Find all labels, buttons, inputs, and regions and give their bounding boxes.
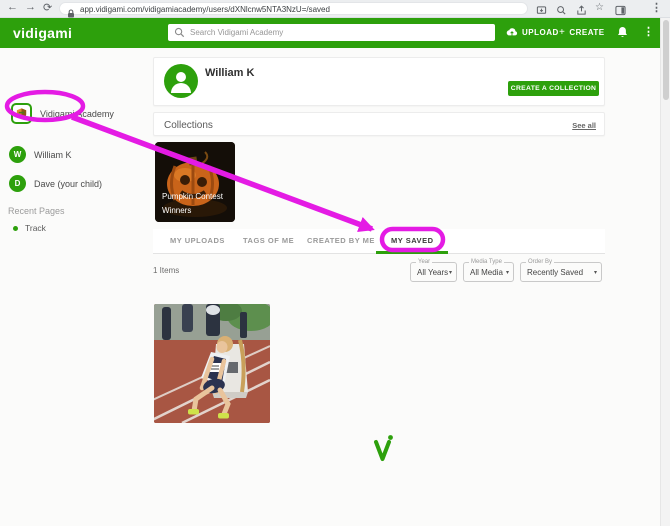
media-type-filter-label: Media Type <box>469 259 504 265</box>
bookmark-star-icon[interactable]: ☆ <box>595 2 604 13</box>
profile-tabs: MY UPLOADS TAGS OF ME CREATED BY ME MY S… <box>153 229 605 254</box>
year-filter-label: Year <box>416 259 432 265</box>
send-to-device-icon[interactable] <box>536 3 548 15</box>
track-runner-image <box>154 304 270 423</box>
browser-toolbar: ← → ⟳ app.vidigami.com/vidigamiacademy/u… <box>0 0 670 18</box>
person-icon <box>164 64 198 98</box>
search-bar[interactable] <box>168 24 495 41</box>
user-name-label: Dave (your child) <box>34 179 102 189</box>
school-crest-icon <box>11 103 32 124</box>
address-bar[interactable]: app.vidigami.com/vidigamiacademy/users/d… <box>59 2 528 15</box>
order-by-filter-value: Recently Saved <box>527 268 583 277</box>
recent-page-label: Track <box>25 223 46 233</box>
zoom-icon[interactable] <box>556 3 568 15</box>
chevron-down-icon: ▾ <box>449 269 452 276</box>
sidebar-item-org[interactable]: Vidigami Academy <box>11 103 114 124</box>
upload-cloud-icon <box>506 27 518 37</box>
page-scrollbar[interactable] <box>660 18 670 526</box>
collection-title-line1: Pumpkin Contest <box>162 192 223 201</box>
collection-thumbnail-pumpkin[interactable]: Pumpkin Contest Winners <box>155 142 235 222</box>
chevron-down-icon: ▾ <box>594 269 597 276</box>
url-text: app.vidigami.com/vidigamiacademy/users/d… <box>80 5 330 14</box>
upload-label: UPLOAD <box>522 28 559 37</box>
forward-icon[interactable]: → <box>25 1 36 13</box>
tab-my-saved[interactable]: MY SAVED <box>391 236 433 245</box>
items-count: 1 Items <box>153 266 179 275</box>
search-input[interactable] <box>190 25 485 39</box>
create-button[interactable]: + CREATE <box>559 27 605 38</box>
profile-name: William K <box>205 67 254 79</box>
sidebar-item-track[interactable]: Track <box>13 223 46 233</box>
order-by-filter-label: Order By <box>526 259 554 265</box>
tab-my-uploads[interactable]: MY UPLOADS <box>170 236 225 245</box>
scrollbar-thumb[interactable] <box>663 20 669 100</box>
collection-title-line2: Winners <box>162 206 191 215</box>
profile-header-card: William K CREATE A COLLECTION <box>153 57 605 106</box>
app-menu-icon[interactable]: ⋮ <box>643 25 654 38</box>
sidebar-item-william[interactable]: W William K <box>9 146 72 163</box>
plus-icon: + <box>559 27 565 38</box>
see-all-link[interactable]: See all <box>572 121 596 130</box>
upload-button[interactable]: UPLOAD <box>506 27 559 37</box>
bullet-icon <box>13 226 18 231</box>
back-icon[interactable]: ← <box>7 1 18 13</box>
browser-menu-icon[interactable]: ⋮ <box>651 1 662 14</box>
media-type-filter-dropdown[interactable]: Media Type All Media ▾ <box>463 262 514 282</box>
chevron-down-icon: ▾ <box>506 269 509 276</box>
avatar: D <box>9 175 26 192</box>
create-label: CREATE <box>569 28 604 37</box>
tab-created-by-me[interactable]: CREATED BY ME <box>307 236 375 245</box>
sidebar-item-dave[interactable]: D Dave (your child) <box>9 175 102 192</box>
year-filter-value: All Years <box>417 268 448 277</box>
year-filter-dropdown[interactable]: Year All Years ▾ <box>410 262 457 282</box>
avatar: W <box>9 146 26 163</box>
vidigami-v-mark-icon <box>372 434 394 469</box>
create-collection-button[interactable]: CREATE A COLLECTION <box>508 81 599 96</box>
sidebar: Vidigami Academy W William K D Dave (you… <box>0 48 152 526</box>
share-icon[interactable] <box>576 3 588 15</box>
recent-pages-heading: Recent Pages <box>8 206 65 216</box>
saved-photo-thumbnail[interactable] <box>154 304 270 423</box>
profile-avatar[interactable] <box>164 64 198 98</box>
notifications-bell-icon[interactable] <box>617 26 628 44</box>
app-header: vidigami UPLOAD + CREATE ⋮ <box>0 18 660 48</box>
order-by-filter-dropdown[interactable]: Order By Recently Saved ▾ <box>520 262 602 282</box>
collections-header-card: Collections See all <box>153 112 605 136</box>
search-icon <box>174 27 185 38</box>
org-name-label: Vidigami Academy <box>40 109 114 119</box>
collections-title: Collections <box>164 120 213 131</box>
reload-icon[interactable]: ⟳ <box>43 1 52 14</box>
active-tab-underline <box>376 251 448 254</box>
media-type-filter-value: All Media <box>470 268 503 277</box>
side-panel-icon[interactable] <box>615 3 627 15</box>
user-name-label: William K <box>34 150 72 160</box>
tab-tags-of-me[interactable]: TAGS OF ME <box>243 236 294 245</box>
lock-icon <box>67 5 75 23</box>
vidigami-logo[interactable]: vidigami <box>13 25 72 41</box>
